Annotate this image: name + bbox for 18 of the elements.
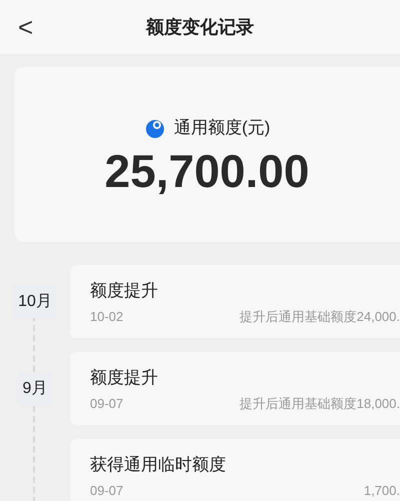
record-detail: 提升后通用基础额度24,000. xyxy=(240,309,400,326)
balance-label: 通用额度(元) xyxy=(174,116,270,139)
record-title: 获得通用临时额度 xyxy=(90,454,227,476)
record-detail: 提升后通用基础额度18,000. xyxy=(240,396,400,412)
record-card[interactable]: 额度提升 09-07 提升后通用基础额度18,000. xyxy=(70,352,400,425)
record-title: 额度提升 xyxy=(90,366,159,389)
record-date: 09-07 xyxy=(90,483,124,500)
record-date: 09-07 xyxy=(90,396,124,412)
month-label: 10月 xyxy=(14,286,56,318)
record-detail: 1,700. xyxy=(364,483,400,500)
record-date: 10-02 xyxy=(90,309,124,326)
month-label: 9月 xyxy=(18,372,52,404)
record-card[interactable]: 获得通用临时额度 09-07 1,700. xyxy=(70,439,400,501)
page-title: 额度变化记录 xyxy=(146,16,254,38)
record-card[interactable]: 额度提升 10-02 提升后通用基础额度24,000. xyxy=(70,265,400,338)
balance-amount: 25,700.00 xyxy=(104,148,310,194)
back-button[interactable]: < xyxy=(18,14,34,40)
record-title: 额度提升 xyxy=(90,280,159,302)
